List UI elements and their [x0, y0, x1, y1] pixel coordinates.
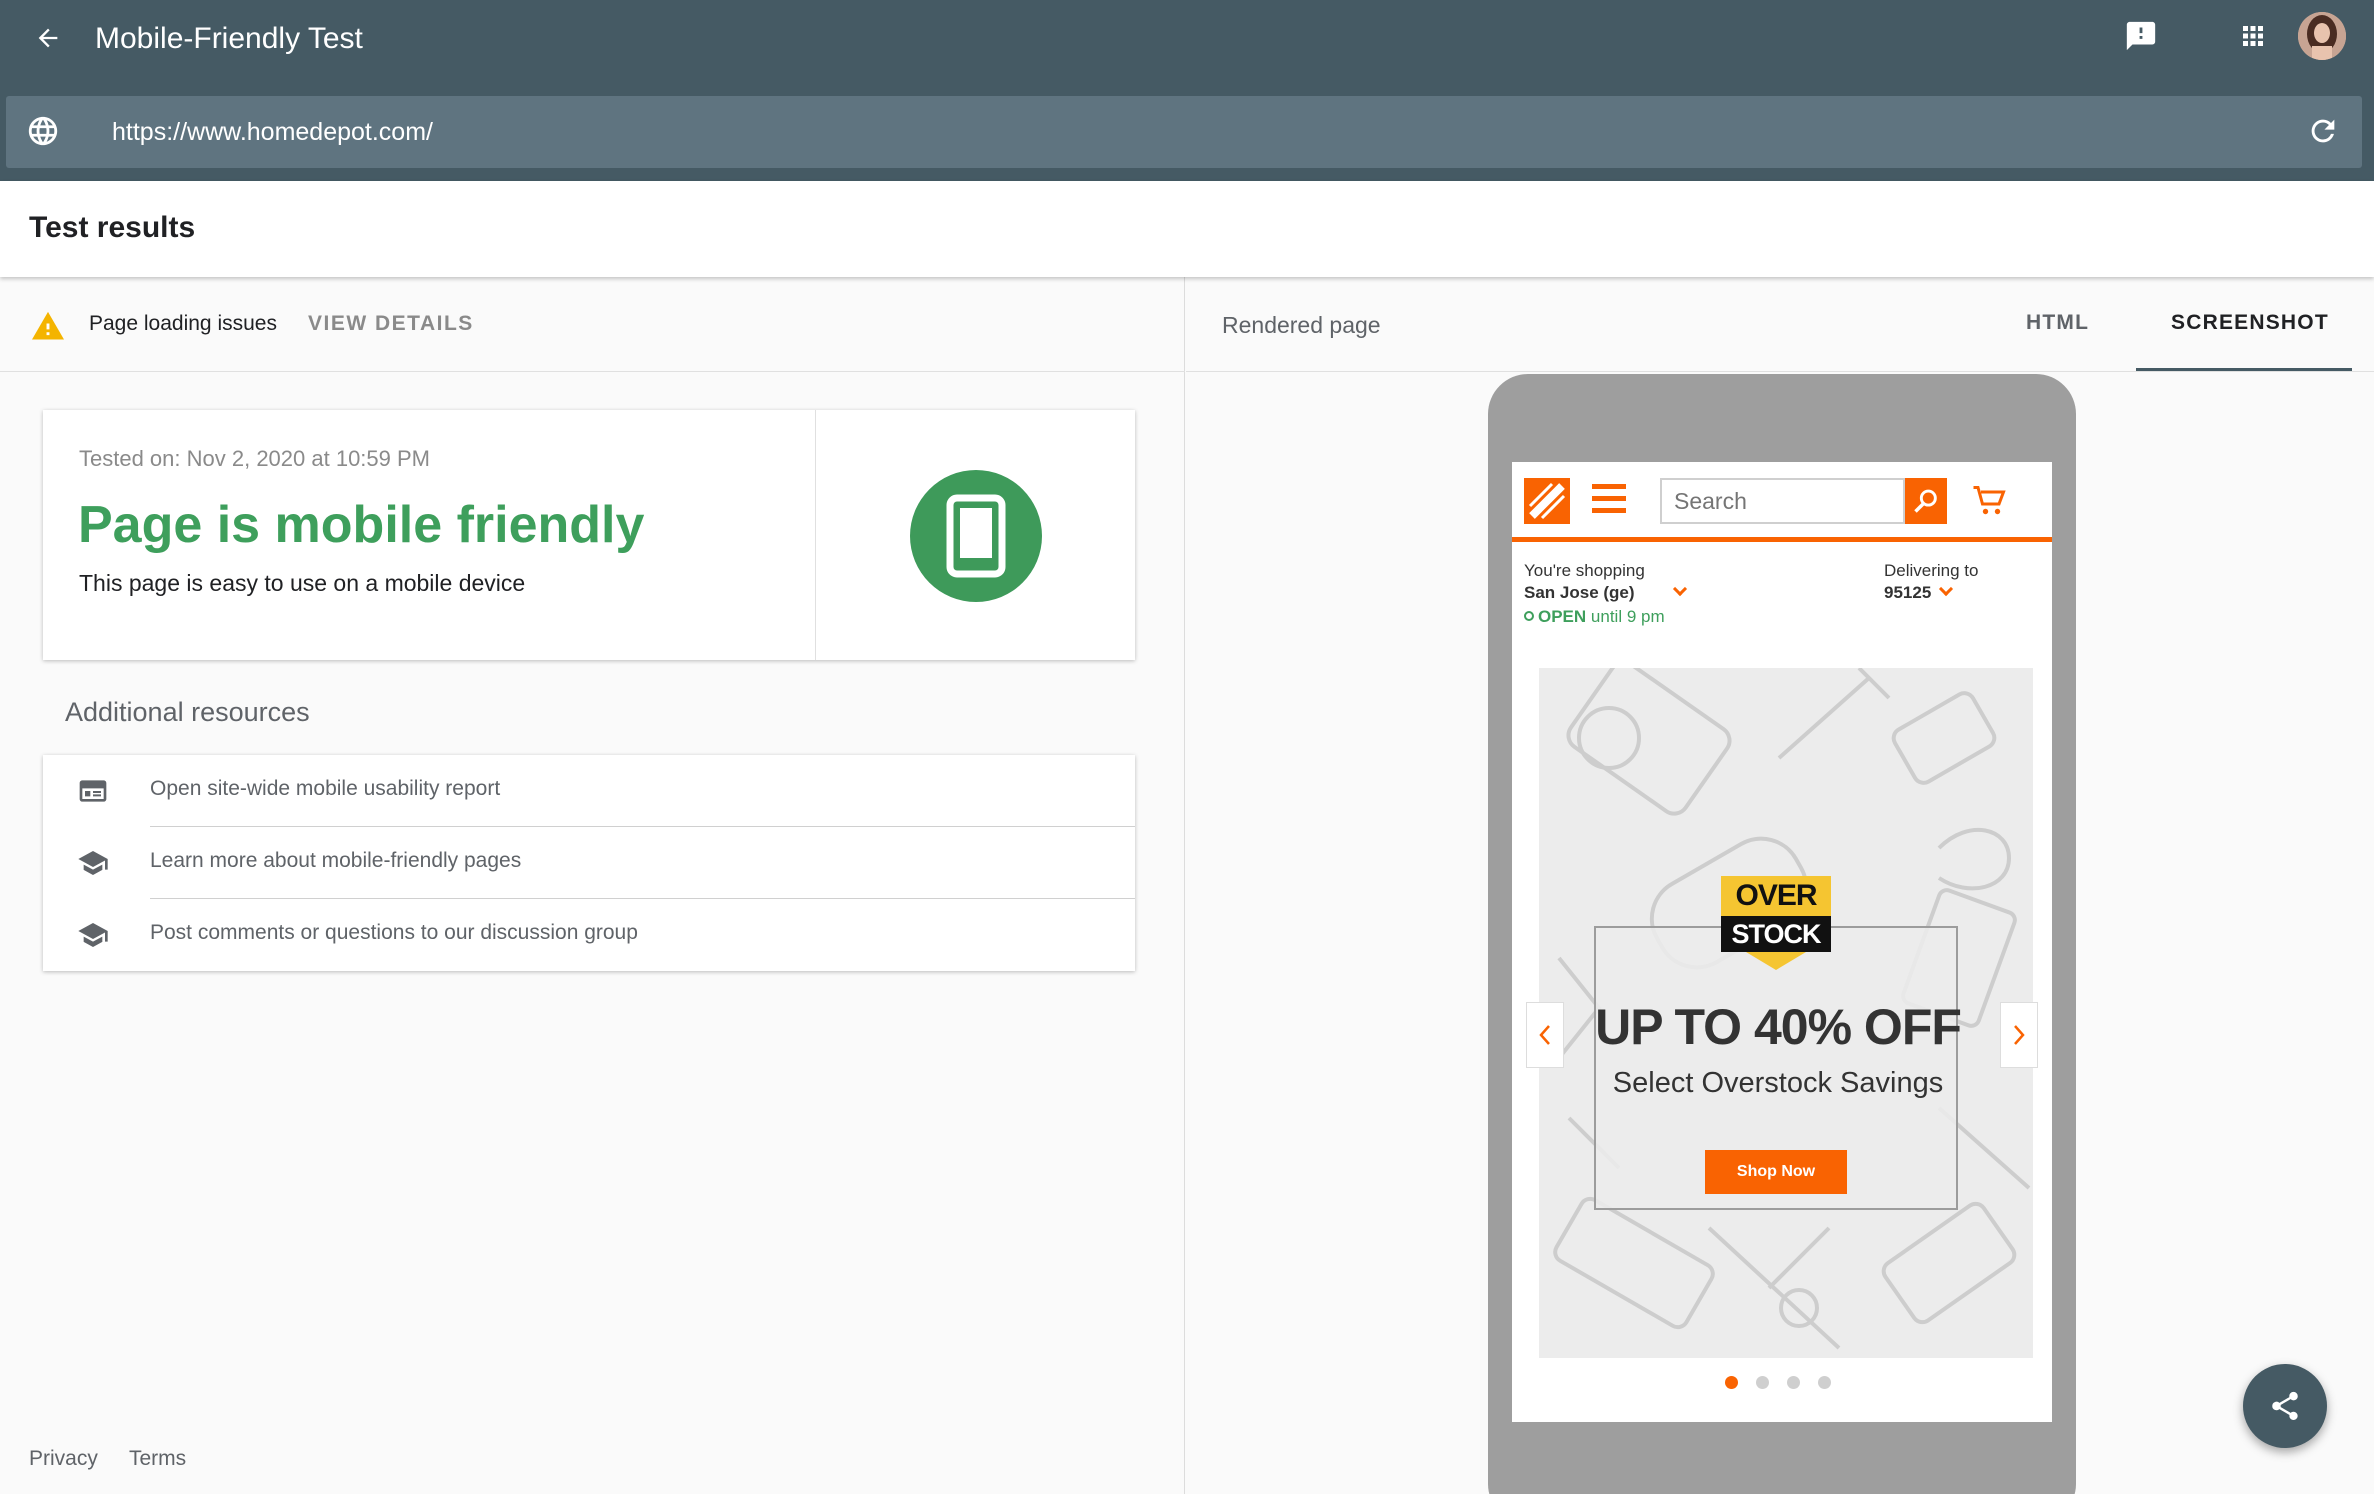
- verdict-heading: Page is mobile friendly: [78, 496, 645, 554]
- status-dot-icon: [1524, 611, 1534, 621]
- feedback-icon[interactable]: [2119, 14, 2163, 58]
- results-title: Test results: [29, 211, 196, 244]
- resource-label: Post comments or questions to our discus…: [150, 921, 638, 944]
- app-title: Mobile-Friendly Test: [95, 22, 363, 55]
- privacy-link[interactable]: Privacy: [29, 1447, 98, 1471]
- verdict-description: This page is easy to use on a mobile dev…: [79, 570, 526, 596]
- resource-label: Learn more about mobile-friendly pages: [150, 849, 522, 872]
- back-arrow-icon[interactable]: [28, 16, 68, 60]
- carousel-dots: [1725, 1376, 1849, 1390]
- url-input[interactable]: [112, 110, 2262, 154]
- open-hours: until 9 pm: [1590, 607, 1665, 626]
- phone-frame: You're shopping San Jose (ge) OPEN until…: [1488, 374, 2076, 1494]
- chevron-down-icon: [1939, 581, 1954, 597]
- page-loading-issues-label: Page loading issues: [89, 312, 277, 335]
- store-name: San Jose (ge): [1524, 583, 1635, 602]
- globe-icon: [26, 114, 62, 150]
- promo-subheadline: Select Overstock Savings: [1612, 1067, 1944, 1099]
- result-summary: Tested on: Nov 2, 2020 at 10:59 PM Page …: [43, 410, 816, 660]
- tab-screenshot[interactable]: SCREENSHOT: [2171, 311, 2329, 335]
- resource-usability-report[interactable]: Open site-wide mobile usability report: [43, 755, 1135, 827]
- resource-discussion-group[interactable]: Post comments or questions to our discus…: [43, 899, 1135, 971]
- carousel-next-arrow-icon[interactable]: [2000, 1002, 2038, 1068]
- carousel-dot[interactable]: [1787, 1376, 1800, 1389]
- rendered-page-pane: Rendered page HTML SCREENSHOT Search You…: [1186, 277, 2374, 1494]
- report-icon: [77, 775, 109, 807]
- open-label: OPEN: [1538, 607, 1587, 626]
- badge-tip: [1746, 952, 1806, 970]
- url-bar: [6, 96, 2362, 168]
- delivering-label: Delivering to: [1884, 561, 1979, 580]
- zip-code: 95125: [1884, 583, 1932, 602]
- issues-bar: Page loading issues VIEW DETAILS: [0, 277, 1185, 372]
- terms-link[interactable]: Terms: [129, 1447, 186, 1471]
- tested-on-timestamp: Tested on: Nov 2, 2020 at 10:59 PM: [79, 446, 431, 471]
- shopping-label: You're shopping: [1524, 561, 1645, 580]
- site-header: [1512, 462, 2052, 542]
- overstock-badge: OVER STOCK: [1721, 876, 1831, 972]
- chevron-down-icon: [1672, 581, 1687, 597]
- additional-resources-title: Additional resources: [65, 697, 310, 727]
- badge-top-text: OVER: [1721, 876, 1831, 916]
- resources-list: Open site-wide mobile usability report L…: [43, 755, 1135, 971]
- promo-banner: OVER STOCK UP TO 40% OFF Select Overstoc…: [1539, 668, 2033, 1358]
- shop-now-button[interactable]: Shop Now: [1705, 1150, 1847, 1194]
- active-tab-indicator: [2136, 368, 2352, 371]
- carousel-dot[interactable]: [1756, 1376, 1769, 1389]
- search-icon[interactable]: [1905, 478, 1947, 524]
- promo-headline: UP TO 40% OFF: [1595, 999, 1962, 1055]
- share-icon[interactable]: [2243, 1364, 2327, 1448]
- carousel-prev-arrow-icon[interactable]: [1526, 1002, 1564, 1068]
- site-search-input[interactable]: [1660, 478, 1905, 524]
- rendered-page-header: Rendered page HTML SCREENSHOT: [1186, 277, 2374, 372]
- refresh-icon[interactable]: [2306, 114, 2342, 150]
- store-open-status: OPEN until 9 pm: [1524, 607, 1665, 627]
- rendered-page-title: Rendered page: [1222, 312, 1381, 338]
- results-pane: Page loading issues VIEW DETAILS Tested …: [0, 277, 1185, 1494]
- store-selector[interactable]: You're shopping San Jose (ge): [1524, 560, 1687, 604]
- school-icon: [77, 919, 109, 951]
- view-details-button[interactable]: VIEW DETAILS: [308, 312, 474, 336]
- badge-bottom-text: STOCK: [1721, 916, 1831, 952]
- rendered-screenshot: You're shopping San Jose (ge) OPEN until…: [1512, 462, 2052, 1422]
- app-bar: Mobile-Friendly Test: [0, 0, 2374, 181]
- resource-label: Open site-wide mobile usability report: [150, 777, 501, 800]
- resource-learn-more[interactable]: Learn more about mobile-friendly pages: [43, 827, 1135, 899]
- tab-html[interactable]: HTML: [2026, 311, 2089, 335]
- result-card: Tested on: Nov 2, 2020 at 10:59 PM Page …: [43, 410, 1135, 660]
- cart-icon[interactable]: [1972, 484, 2008, 518]
- results-header: Test results: [0, 181, 2374, 277]
- school-icon: [77, 847, 109, 879]
- warning-icon: [30, 309, 66, 341]
- carousel-dot[interactable]: [1725, 1376, 1738, 1389]
- apps-grid-icon[interactable]: [2231, 14, 2275, 58]
- carousel-dot[interactable]: [1818, 1376, 1831, 1389]
- account-avatar[interactable]: [2298, 12, 2346, 60]
- hamburger-menu-icon[interactable]: [1592, 484, 1626, 514]
- delivery-zip-selector[interactable]: Delivering to 95125: [1884, 560, 1979, 604]
- home-depot-logo[interactable]: [1524, 478, 1570, 524]
- mobile-friendly-phone-icon: [910, 470, 1042, 602]
